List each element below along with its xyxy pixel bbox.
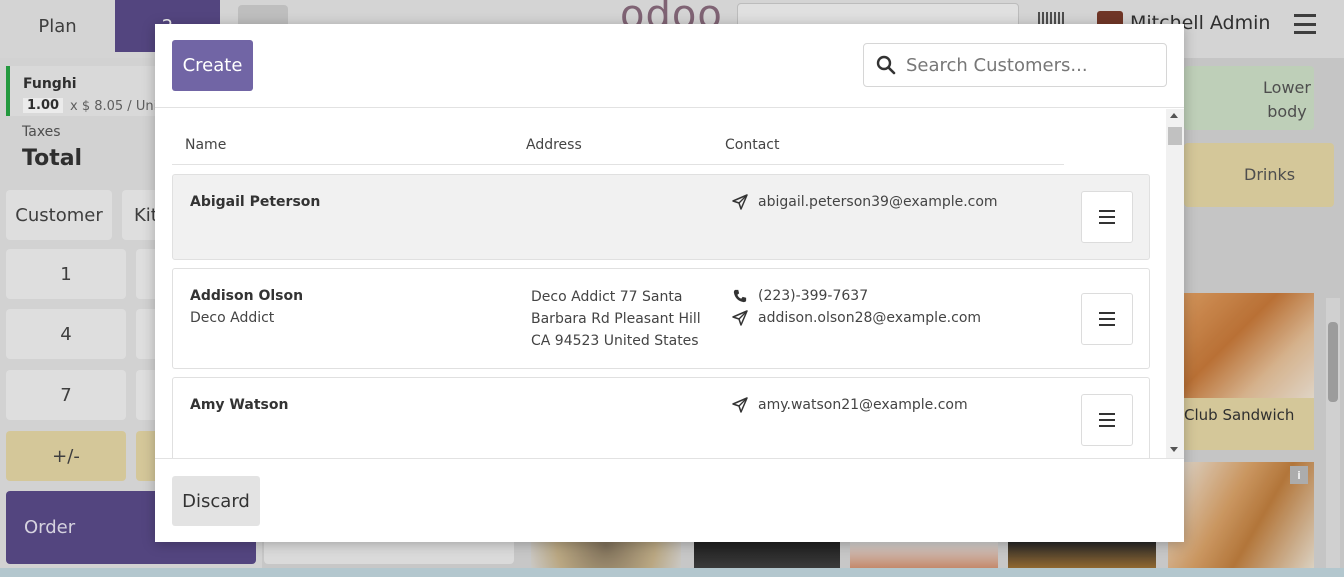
paper-plane-icon: [732, 397, 748, 413]
header-divider: [172, 164, 1064, 165]
paper-plane-icon: [732, 310, 748, 326]
customer-phone: (223)-399-7637: [732, 288, 868, 304]
customer-email-text: addison.olson28@example.com: [758, 310, 982, 326]
menu-icon: [1099, 312, 1115, 326]
search-icon: [876, 55, 896, 75]
customer-details-button[interactable]: [1081, 191, 1133, 243]
menu-icon: [1099, 210, 1115, 224]
customer-email-text: amy.watson21@example.com: [758, 397, 968, 413]
column-header-contact: Contact: [725, 137, 780, 153]
customer-company: Deco Addict: [190, 310, 275, 326]
scroll-down-icon[interactable]: [1170, 447, 1178, 452]
customer-name: Amy Watson: [190, 397, 289, 413]
customer-email-text: abigail.peterson39@example.com: [758, 194, 998, 210]
column-header-address: Address: [526, 137, 582, 153]
customer-details-button[interactable]: [1081, 394, 1133, 446]
discard-button[interactable]: Discard: [172, 476, 260, 526]
customer-details-button[interactable]: [1081, 293, 1133, 345]
menu-icon: [1099, 413, 1115, 427]
table-row[interactable]: Amy Watson amy.watson21@example.com: [172, 377, 1150, 458]
customer-search-box[interactable]: [863, 43, 1167, 87]
modal-footer: Discard: [155, 458, 1184, 542]
table-row[interactable]: Abigail Peterson abigail.peterson39@exam…: [172, 174, 1150, 260]
customer-list: Name Address Contact Abigail Peterson ab…: [155, 109, 1184, 458]
customer-name: Addison Olson: [190, 288, 304, 304]
create-button[interactable]: Create: [172, 40, 253, 91]
table-row[interactable]: Addison Olson Deco Addict Deco Addict 77…: [172, 268, 1150, 369]
customer-email: amy.watson21@example.com: [732, 397, 968, 413]
customer-search-input[interactable]: [906, 54, 1156, 76]
modal-header: Create: [155, 24, 1184, 108]
column-header-name: Name: [185, 137, 227, 153]
scroll-up-icon[interactable]: [1170, 113, 1178, 118]
phone-icon: [732, 288, 748, 304]
scrollbar-thumb[interactable]: [1168, 127, 1182, 145]
customer-address: Deco Addict 77 Santa Barbara Rd Pleasant…: [531, 289, 701, 349]
customer-list-modal: Create Name Address Contact Abigail Pete…: [155, 24, 1184, 542]
paper-plane-icon: [732, 194, 748, 210]
customer-email: addison.olson28@example.com: [732, 310, 981, 326]
customer-name: Abigail Peterson: [190, 194, 321, 210]
customer-phone-text: (223)-399-7637: [758, 288, 869, 304]
customer-email: abigail.peterson39@example.com: [732, 194, 998, 210]
customer-list-scrollbar[interactable]: [1166, 109, 1184, 458]
